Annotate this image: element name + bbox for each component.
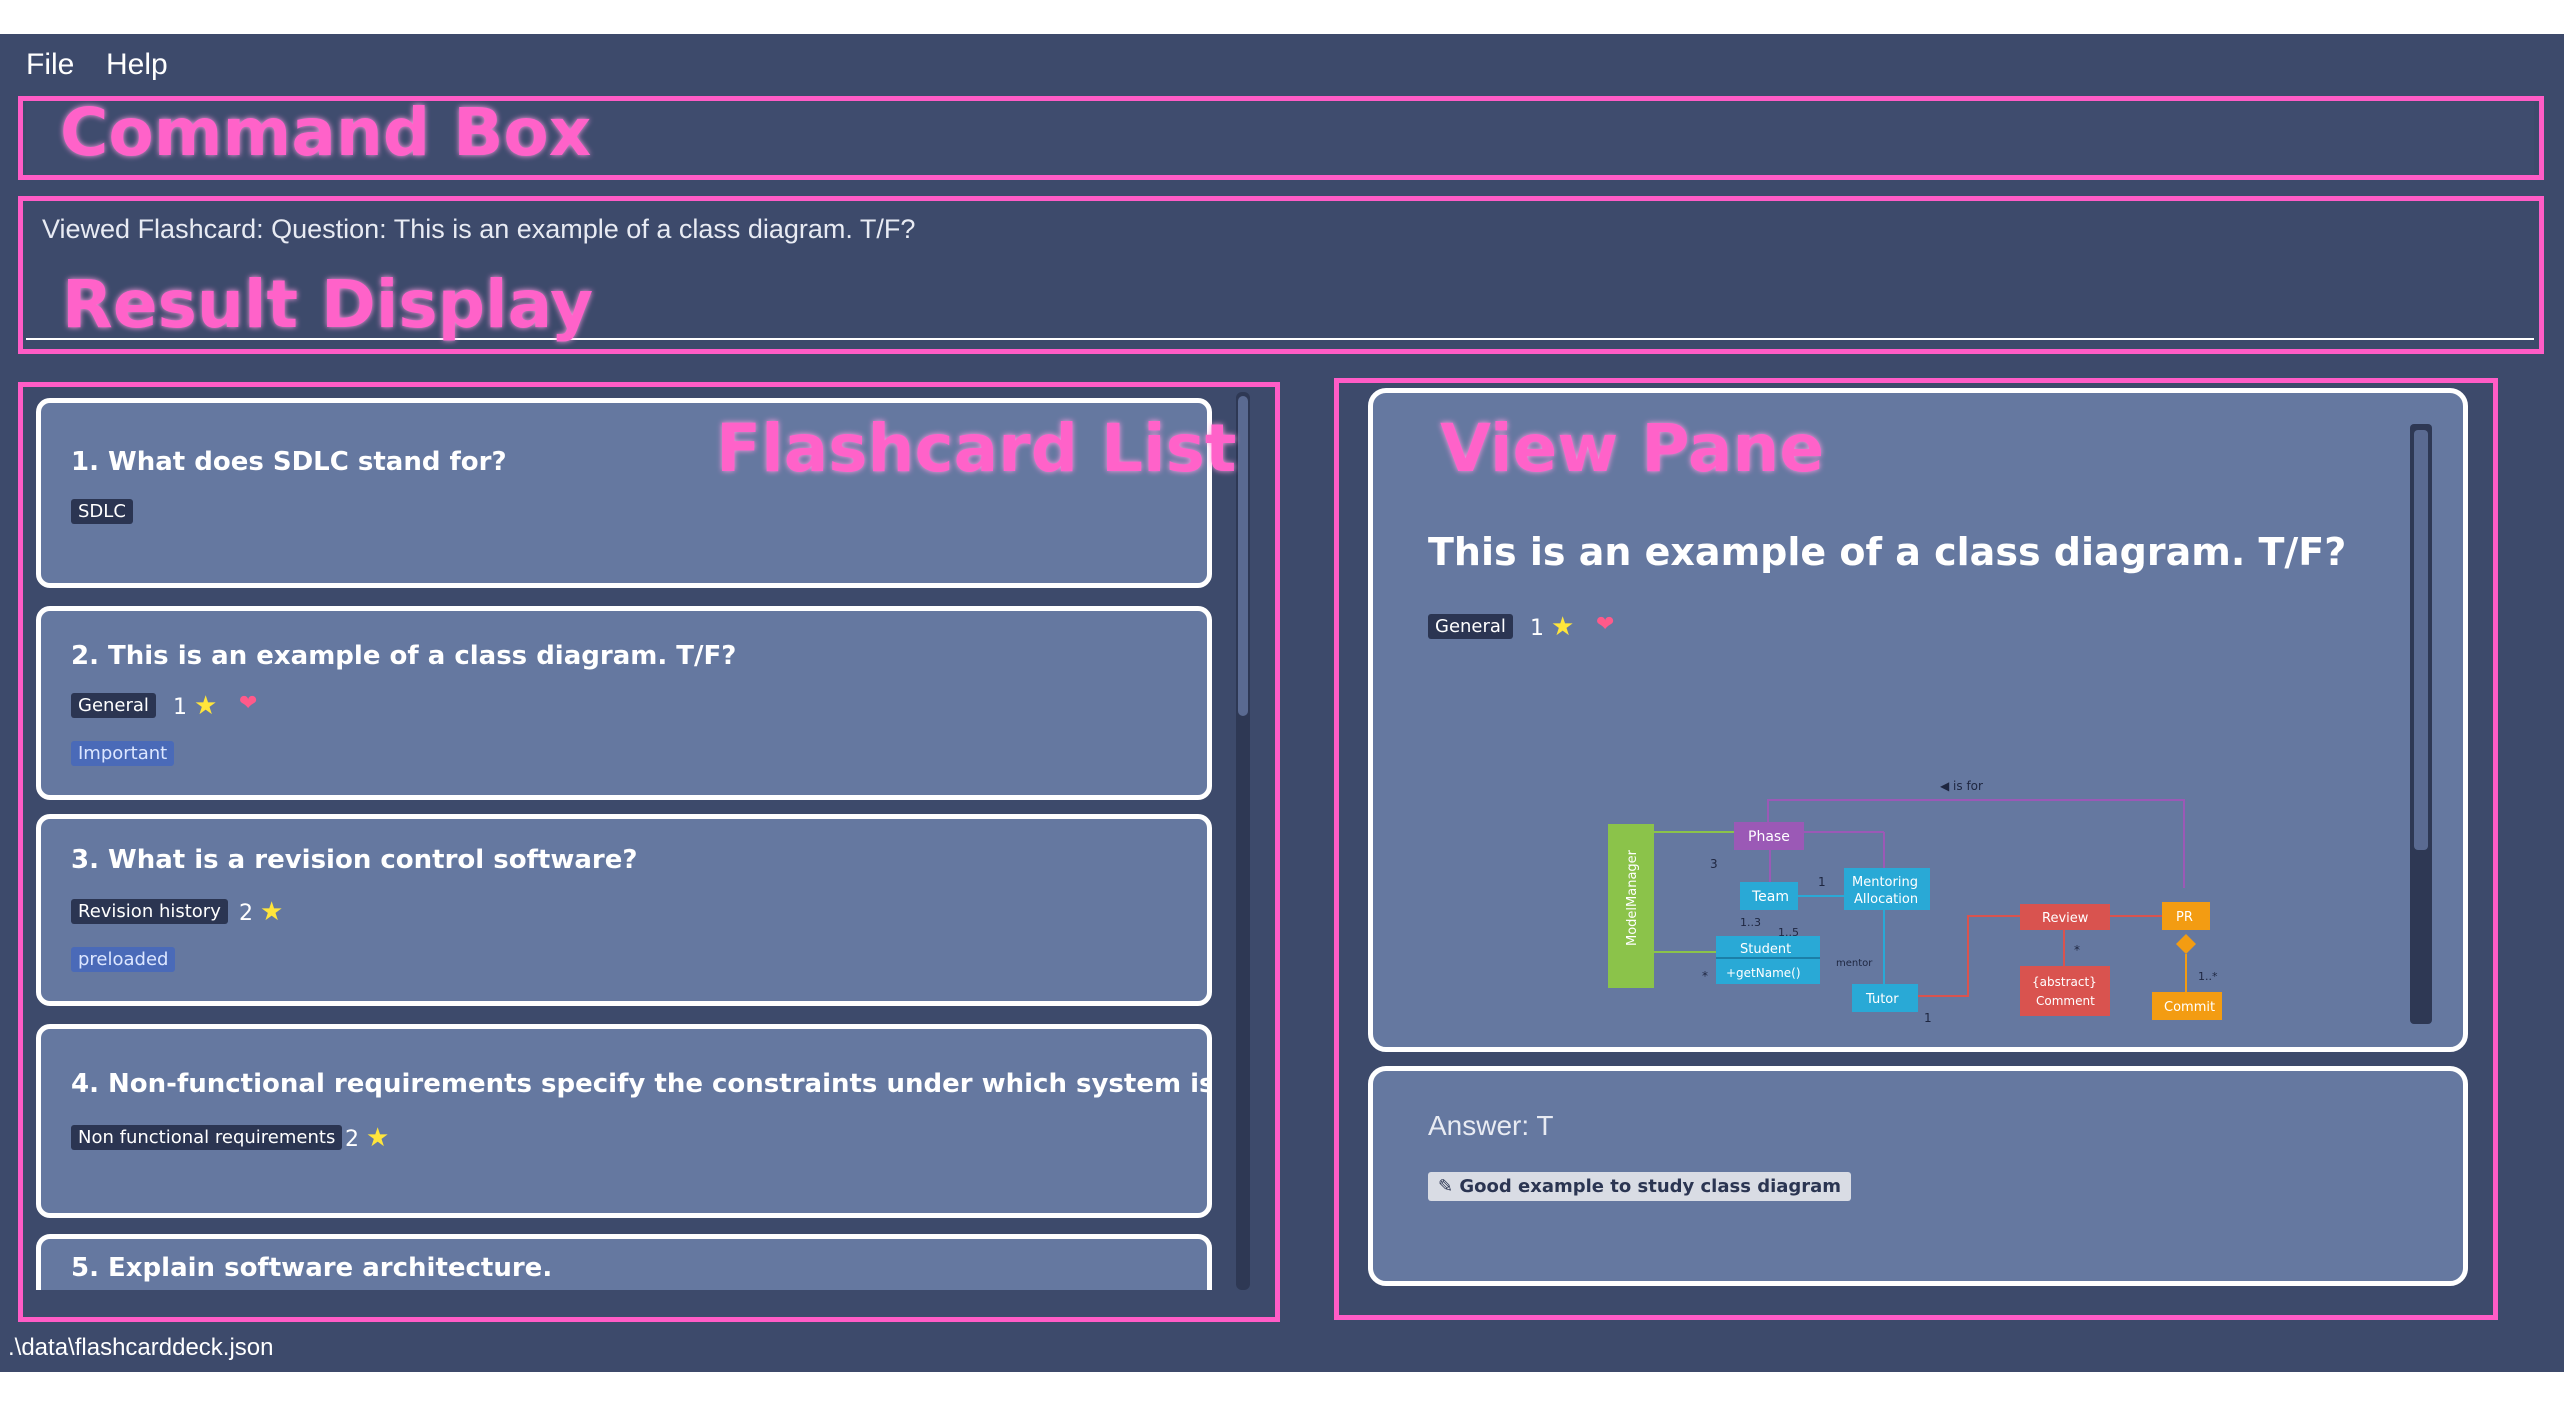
rating-value: 2 (345, 1127, 359, 1152)
status-bar-path: .\data\flashcarddeck.json (8, 1334, 274, 1361)
view-tag-general: General (1428, 614, 1513, 639)
mult-3: 3 (1710, 857, 1718, 871)
comment-label: Comment (2036, 994, 2095, 1008)
mult-1-star: 1..* (2198, 970, 2218, 983)
mult-1b: 1 (1924, 1011, 1932, 1025)
get-name-label: +getName() (1726, 966, 1801, 980)
review-label: Review (2042, 911, 2089, 926)
flashcard-5[interactable]: 5. Explain software architecture. (36, 1234, 1212, 1290)
view-scrollbar-thumb[interactable] (2414, 430, 2428, 850)
mult-1a: 1 (1818, 875, 1826, 889)
category-tag: preloaded (71, 947, 176, 972)
flashcard-question: 3. What is a revision control software? (71, 845, 638, 875)
mult-star-1: * (1702, 969, 1708, 983)
tutor-label: Tutor (1865, 992, 1899, 1007)
class-diagram-image: ◀ is for ModelManager Phase 3 1 Team 1..… (1608, 779, 2222, 1025)
rating: 2 ★ (345, 1123, 389, 1153)
note-badge: ✎ Good example to study class diagram (1428, 1172, 1852, 1201)
category-tag: Important (71, 741, 175, 766)
flashcard-question: 5. Explain software architecture. (71, 1253, 553, 1283)
abstract-label: {abstract} (2032, 975, 2097, 989)
allocation-label: Allocation (1854, 892, 1918, 907)
is-for-line (1767, 799, 2185, 888)
view-pane-label: View Pane (1440, 410, 1825, 487)
star-icon: ★ (260, 897, 284, 927)
team-label: Team (1751, 889, 1789, 905)
star-icon: ★ (366, 1123, 390, 1153)
commit-label: Commit (2164, 1000, 2215, 1015)
flashcard-2[interactable]: 2. This is an example of a class diagram… (36, 606, 1212, 800)
rating: 1 ★ (173, 691, 217, 721)
model-manager-label: ModelManager (1625, 849, 1640, 946)
view-rating-value: 1 (1530, 616, 1544, 641)
flashcard-question: 1. What does SDLC stand for? (71, 447, 507, 477)
flashcard-question: 4. Non-functional requirements specify t… (71, 1069, 1207, 1099)
result-display-label: Result Display (62, 266, 594, 343)
view-rating: 1 ★ (1530, 612, 1574, 642)
tag-revision-history: Revision history (71, 899, 228, 924)
pr-label: PR (2176, 910, 2193, 925)
list-scrollbar-thumb[interactable] (1238, 396, 1248, 716)
review-tutor-line (1918, 915, 2020, 997)
is-for-label: ◀ is for (1940, 779, 1983, 793)
mult-star-2: * (2074, 943, 2080, 957)
menu-bar: File Help (0, 34, 2564, 96)
tag-non-functional: Non functional requirements (71, 1125, 343, 1150)
tag-sdlc: SDLC (71, 499, 133, 524)
mentoring-label: Mentoring (1852, 875, 1918, 890)
command-box-label: Command Box (60, 94, 592, 171)
composition-diamond (2176, 934, 2196, 954)
mentor-label: mentor (1836, 958, 1873, 969)
tag-general: General (71, 693, 156, 718)
rating-value: 2 (239, 901, 253, 926)
rating-value: 1 (173, 695, 187, 720)
flashcard-question: 2. This is an example of a class diagram… (71, 641, 737, 671)
star-icon: ★ (1551, 612, 1575, 642)
view-question: This is an example of a class diagram. T… (1428, 530, 2347, 574)
rating: 2 ★ (239, 897, 283, 927)
heart-icon: ❤ (1596, 612, 1615, 637)
comment-box (2020, 966, 2110, 1016)
menu-file[interactable]: File (26, 48, 74, 82)
flashcard-4[interactable]: 4. Non-functional requirements specify t… (36, 1024, 1212, 1218)
flashcard-list-label: Flashcard List (716, 410, 1237, 487)
answer-text: Answer: T (1428, 1110, 1554, 1141)
student-label: Student (1740, 942, 1791, 957)
menu-help[interactable]: Help (106, 48, 168, 82)
phase-label: Phase (1748, 829, 1790, 845)
mult-1-3: 1..3 (1740, 916, 1761, 929)
star-icon: ★ (194, 691, 218, 721)
heart-icon: ❤ (239, 691, 258, 716)
flashcard-3[interactable]: 3. What is a revision control software? … (36, 814, 1212, 1006)
